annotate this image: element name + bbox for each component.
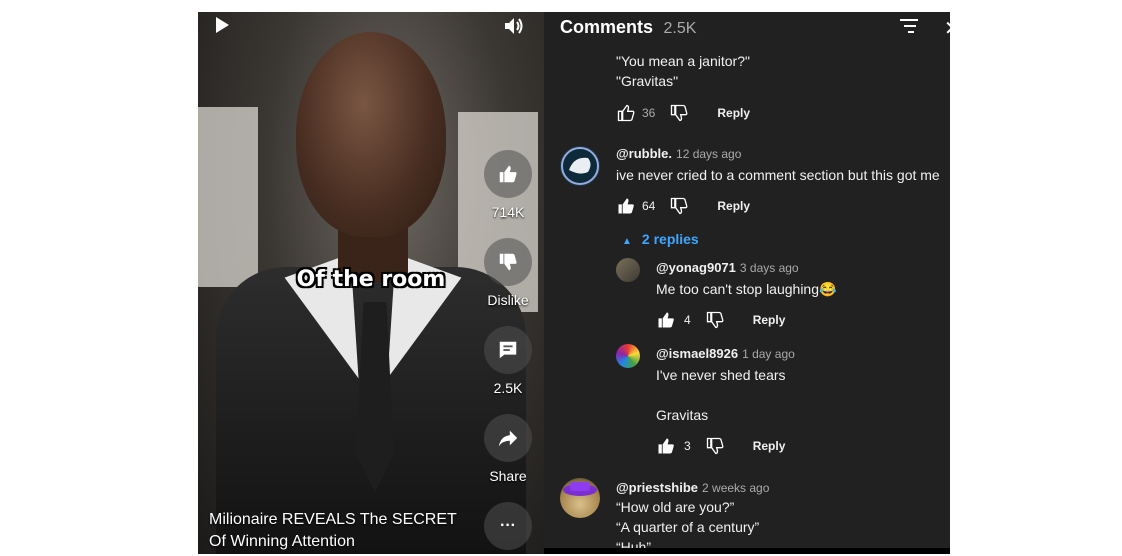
thumb-up-icon — [484, 150, 532, 198]
like-count: 64 — [642, 199, 656, 213]
comment-actions: 3 Reply — [656, 436, 785, 456]
thumb-up-icon[interactable] — [656, 436, 676, 456]
comment: @rubble. 12 days ago ive never cried to a… — [616, 145, 940, 185]
thumb-down-icon[interactable] — [669, 196, 689, 216]
comments-panel: Comments 2.5K ✕ "You mean a janitor?" "G… — [544, 12, 950, 554]
comment-actions: 4 Reply — [656, 310, 785, 330]
video-player[interactable]: Of the room 714K Dislike 2.5K Share ··· … — [198, 12, 544, 554]
thumb-down-icon — [484, 238, 532, 286]
video-title[interactable]: Milionaire REVEALS The SECRET Of Winning… — [209, 509, 479, 553]
comment-count: 2.5K — [493, 380, 523, 396]
reply-comment: @ismael8926 1 day ago I've never shed tea… — [656, 345, 795, 425]
avatar[interactable] — [616, 258, 640, 282]
share-label: Share — [489, 468, 527, 484]
like-count: 3 — [684, 439, 691, 453]
comment-text: "You mean a janitor?" "Gravitas" — [616, 51, 750, 91]
chevron-up-icon: ▲ — [622, 236, 632, 247]
comment-text: ive never cried to a comment section but… — [616, 167, 940, 183]
comment-icon — [484, 326, 532, 374]
reply-button[interactable]: Reply — [717, 199, 750, 213]
video-title-line: Of Winning Attention — [209, 533, 355, 550]
dislike-label: Dislike — [487, 292, 529, 308]
comment-author[interactable]: @priestshibe — [616, 480, 698, 495]
play-icon[interactable] — [214, 16, 230, 39]
person-head — [296, 32, 446, 237]
comment-line: “A quarter of a century” — [616, 519, 760, 535]
comment-line: I've never shed tears — [656, 367, 786, 383]
avatar[interactable] — [616, 344, 640, 368]
comment-text-body: Me too can't stop laughing — [656, 281, 820, 297]
replies-label: 2 replies — [641, 231, 699, 247]
comment-author[interactable]: @rubble. — [616, 146, 672, 161]
comments-button[interactable]: 2.5K — [484, 326, 532, 396]
replies-toggle[interactable]: ▲ 2 replies — [622, 231, 699, 247]
panel-bottom-edge — [544, 548, 950, 554]
like-count: 4 — [684, 313, 691, 327]
thumb-down-icon[interactable] — [705, 436, 725, 456]
comment-time: 12 days ago — [676, 147, 742, 161]
comments-header: Comments 2.5K — [560, 17, 696, 38]
thumb-up-icon[interactable] — [656, 310, 676, 330]
more-label: ··· — [500, 517, 516, 534]
close-icon[interactable]: ✕ — [944, 16, 950, 41]
comments-title: Comments — [560, 17, 654, 37]
more-button[interactable]: ··· — [484, 502, 532, 550]
laughing-emoji-icon: 😂 — [819, 281, 837, 297]
comment-line: "Gravitas" — [616, 73, 679, 89]
avatar[interactable] — [560, 478, 600, 518]
comment-text: Me too can't stop laughing😂 — [656, 279, 836, 299]
like-button[interactable]: 714K — [484, 150, 532, 220]
comments-count: 2.5K — [663, 20, 697, 37]
reply-button[interactable]: Reply — [717, 106, 750, 120]
thumb-up-icon[interactable] — [616, 196, 636, 216]
reply-comment: @yonag9071 3 days ago Me too can't stop l… — [656, 259, 836, 299]
share-icon — [484, 414, 532, 462]
comment-author[interactable]: @ismael8926 — [656, 346, 738, 361]
thumb-down-icon[interactable] — [669, 103, 689, 123]
like-count: 36 — [642, 106, 656, 120]
comment-time: 2 weeks ago — [702, 481, 770, 495]
dislike-button[interactable]: Dislike — [484, 238, 532, 308]
reply-button[interactable]: Reply — [753, 439, 786, 453]
more-icon: ··· — [484, 502, 532, 550]
comment-line: “How old are you?” — [616, 499, 735, 515]
comment-line: Gravitas — [656, 407, 709, 423]
video-title-line: Milionaire REVEALS The SECRET — [209, 511, 457, 528]
thumb-up-icon[interactable] — [616, 103, 636, 123]
comment-time: 3 days ago — [739, 261, 799, 275]
comment-actions: 64 Reply — [616, 196, 750, 216]
background-window — [198, 107, 258, 287]
reply-button[interactable]: Reply — [753, 313, 786, 327]
sort-icon[interactable] — [900, 18, 920, 39]
comment: @priestshibe 2 weeks ago “How old are you… — [616, 479, 769, 554]
volume-icon[interactable] — [504, 16, 526, 41]
like-count: 714K — [491, 204, 525, 220]
thumb-down-icon[interactable] — [705, 310, 725, 330]
comment-line: "You mean a janitor?" — [616, 53, 750, 69]
comment-author[interactable]: @yonag9071 — [656, 260, 736, 275]
comment-time: 1 day ago — [742, 347, 795, 361]
share-button[interactable]: Share — [484, 414, 532, 484]
avatar[interactable] — [560, 146, 600, 186]
comment-actions: 36 Reply — [616, 103, 750, 123]
